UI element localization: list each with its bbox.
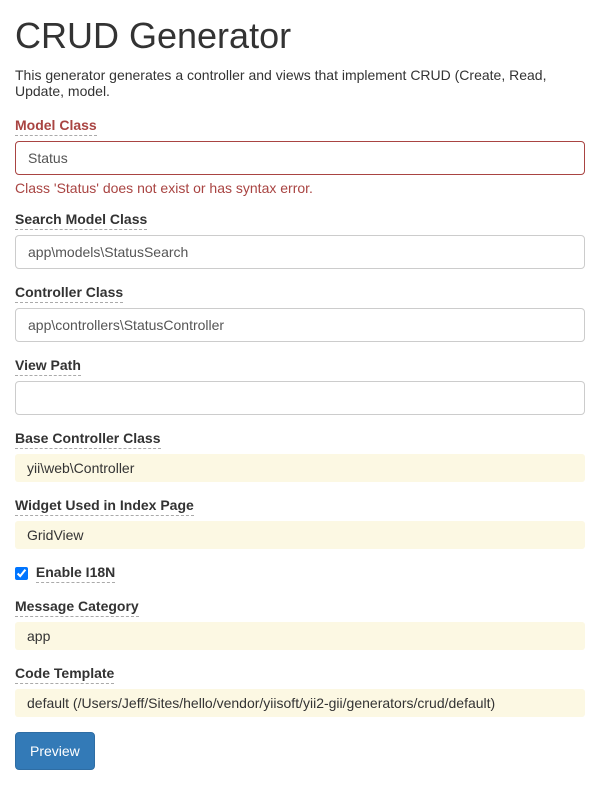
- enable-i18n-label: Enable I18N: [36, 564, 115, 583]
- base-controller-class-value[interactable]: yii\web\Controller: [15, 454, 585, 482]
- code-template-label: Code Template: [15, 665, 114, 684]
- page-title: CRUD Generator: [15, 15, 585, 57]
- index-widget-value[interactable]: GridView: [15, 521, 585, 549]
- controller-class-label: Controller Class: [15, 284, 123, 303]
- view-path-label: View Path: [15, 357, 81, 376]
- view-path-input[interactable]: [15, 381, 585, 415]
- page-description: This generator generates a controller an…: [15, 67, 585, 99]
- index-widget-label: Widget Used in Index Page: [15, 497, 194, 516]
- controller-class-group: Controller Class: [15, 284, 585, 342]
- preview-button[interactable]: Preview: [15, 732, 95, 770]
- code-template-group: Code Template default (/Users/Jeff/Sites…: [15, 665, 585, 717]
- model-class-group: Model Class Class 'Status' does not exis…: [15, 117, 585, 196]
- code-template-value[interactable]: default (/Users/Jeff/Sites/hello/vendor/…: [15, 689, 585, 717]
- base-controller-class-group: Base Controller Class yii\web\Controller: [15, 430, 585, 482]
- model-class-input[interactable]: [15, 141, 585, 175]
- view-path-group: View Path: [15, 357, 585, 415]
- model-class-error: Class 'Status' does not exist or has syn…: [15, 180, 585, 196]
- message-category-group: Message Category app: [15, 598, 585, 650]
- index-widget-group: Widget Used in Index Page GridView: [15, 497, 585, 549]
- message-category-label: Message Category: [15, 598, 139, 617]
- base-controller-class-label: Base Controller Class: [15, 430, 161, 449]
- search-model-class-group: Search Model Class: [15, 211, 585, 269]
- message-category-value[interactable]: app: [15, 622, 585, 650]
- controller-class-input[interactable]: [15, 308, 585, 342]
- search-model-class-label: Search Model Class: [15, 211, 147, 230]
- model-class-label: Model Class: [15, 117, 97, 136]
- enable-i18n-group: Enable I18N: [15, 564, 585, 583]
- search-model-class-input[interactable]: [15, 235, 585, 269]
- enable-i18n-checkbox[interactable]: [15, 567, 28, 580]
